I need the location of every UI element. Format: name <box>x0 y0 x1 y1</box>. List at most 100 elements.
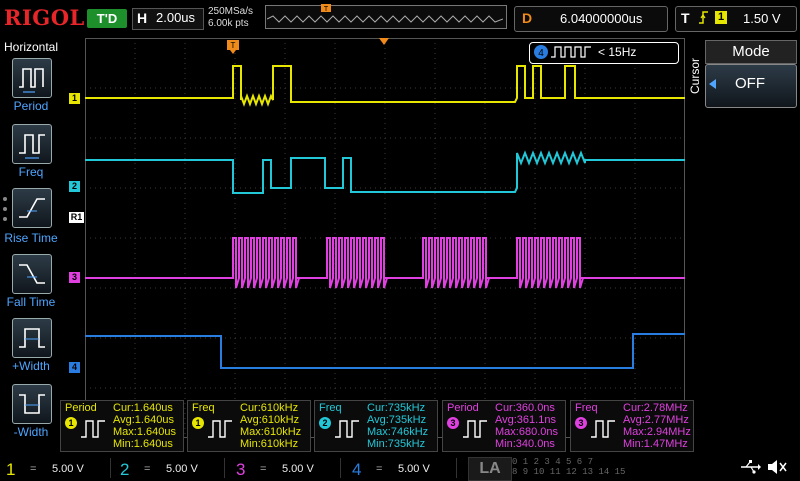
trigger-status-badge: T'D <box>87 9 127 28</box>
measurement-avg: Avg:1.640us <box>113 414 174 426</box>
measurement-cur: Cur:735kHz <box>367 402 426 414</box>
measurement-avg: Avg:610kHz <box>240 414 300 426</box>
timebase-value: 2.00us <box>156 10 196 25</box>
measurement-min: Min:1.640us <box>113 438 173 450</box>
measurement-source-badge: 2 <box>319 417 331 429</box>
measurement-max: Max:680.0ns <box>495 426 558 438</box>
menu-title: Horizontal <box>4 40 59 54</box>
trigger-label: T <box>681 10 690 26</box>
measurement-item[interactable]: Period 1 Cur:1.640us Avg:1.640us Max:1.640us… <box>60 400 184 452</box>
period-label: Period <box>13 99 49 113</box>
ch2-offset-marker[interactable]: 2 <box>69 181 80 192</box>
counter-square-wave-icon: 4 <box>534 45 591 59</box>
cursor-side-label: Cursor <box>688 58 702 95</box>
triangle-left-icon <box>709 79 716 89</box>
measurement-max: Max:1.640us <box>113 426 176 438</box>
period-button[interactable] <box>12 58 52 98</box>
center-marker-icon <box>379 38 389 45</box>
freq-button[interactable] <box>12 124 52 164</box>
measurement-cur: Cur:1.640us <box>113 402 173 414</box>
freq-icon <box>19 134 45 159</box>
measurement-avg: Avg:361.1ns <box>495 414 556 426</box>
ch3-offset-marker[interactable]: 3 <box>69 272 80 283</box>
measurement-name: Freq <box>192 402 215 414</box>
pos-width-icon <box>19 328 45 348</box>
fall-time-icon <box>19 264 45 284</box>
menu-page-dots-icon <box>3 197 7 221</box>
svg-text:T: T <box>324 6 329 13</box>
measurement-avg: Avg:2.77MHz <box>623 414 689 426</box>
fall-time-button[interactable] <box>12 254 52 294</box>
measurement-name: Freq <box>319 402 342 414</box>
delay-label: D <box>522 10 533 26</box>
measurement-cur: Cur:360.0ns <box>495 402 555 414</box>
measurement-item[interactable]: Freq 3 Cur:2.78MHz Avg:2.77MHz Max:2.94MHz Mi… <box>570 400 694 452</box>
dc-coupling-icon: = <box>260 463 267 475</box>
measurement-item[interactable]: Period 3 Cur:360.0ns Avg:361.1ns Max:680.0ns… <box>442 400 566 452</box>
measurement-wave-icon <box>81 420 105 438</box>
svg-text:4: 4 <box>538 48 544 59</box>
measurement-source-badge: 1 <box>192 417 204 429</box>
dc-coupling-icon: = <box>144 463 151 475</box>
measurement-wave-icon <box>591 420 615 438</box>
neg-width-label: -Width <box>13 425 49 439</box>
measurement-avg: Avg:735kHz <box>367 414 427 426</box>
rise-time-button[interactable] <box>12 188 52 228</box>
la-channel-map: 0 1 2 3 4 5 6 7 8 9 10 11 12 13 14 15 <box>512 457 625 477</box>
usb-icon <box>741 460 761 474</box>
measurement-max: Max:746kHz <box>367 426 429 438</box>
mute-icon[interactable] <box>766 458 788 476</box>
trigger-level: 1.50 V <box>743 11 781 26</box>
ref-r1-marker[interactable]: R1 <box>69 212 84 223</box>
fall-time-label: Fall Time <box>6 295 56 309</box>
la-row-2: 8 9 10 11 12 13 14 15 <box>512 467 626 477</box>
counter-value: < 15Hz <box>598 45 637 59</box>
delay-value: 6.04000000us <box>560 11 643 26</box>
neg-width-button[interactable] <box>12 384 52 424</box>
channel-separator <box>340 458 341 478</box>
sample-rate: 250MSa/s <box>208 6 254 17</box>
horizontal-measure-menu: Horizontal Period Freq Rise Time Fall Ti… <box>0 36 62 456</box>
dc-coupling-icon: = <box>30 463 37 475</box>
rise-time-icon <box>19 198 45 218</box>
measurement-max: Max:2.94MHz <box>623 426 691 438</box>
trigger-position-marker-icon[interactable]: T <box>227 40 239 54</box>
channel-separator <box>456 458 457 478</box>
waveform-display[interactable] <box>85 38 685 438</box>
channel-3-scale: 5.00 V <box>282 463 314 475</box>
channel-1-button[interactable]: 1 <box>6 460 15 480</box>
trigger-source-badge: 1 <box>715 11 727 24</box>
channel-4-button[interactable]: 4 <box>352 460 361 480</box>
ch1-offset-marker[interactable]: 1 <box>69 93 80 104</box>
freq-label: Freq <box>18 165 44 179</box>
measurement-name: Period <box>447 402 479 414</box>
channel-1-scale: 5.00 V <box>52 463 84 475</box>
measurement-wave-icon <box>208 420 232 438</box>
measurement-min: Min:610kHz <box>240 438 299 450</box>
channel-2-button[interactable]: 2 <box>120 460 129 480</box>
neg-width-icon <box>19 394 45 414</box>
svg-text:T: T <box>231 41 236 50</box>
measurement-cur: Cur:2.78MHz <box>623 402 688 414</box>
la-button[interactable]: LA <box>468 457 512 481</box>
measurement-min: Min:1.47MHz <box>623 438 688 450</box>
measurement-source-badge: 1 <box>65 417 77 429</box>
measurement-name: Period <box>65 402 97 414</box>
rise-time-label: Rise Time <box>4 231 58 245</box>
horizontal-label: H <box>137 10 148 26</box>
measurement-min: Min:735kHz <box>367 438 426 450</box>
rigol-logo: RIGOL <box>4 5 85 30</box>
measurement-wave-icon <box>463 420 487 438</box>
measurement-item[interactable]: Freq 2 Cur:735kHz Avg:735kHz Max:746kHz Min:7… <box>314 400 438 452</box>
measurement-cur: Cur:610kHz <box>240 402 299 414</box>
memory-depth: 6.00k pts <box>208 18 249 29</box>
channel-2-scale: 5.00 V <box>166 463 198 475</box>
channel-3-button[interactable]: 3 <box>236 460 245 480</box>
channel-separator <box>224 458 225 478</box>
measurement-source-badge: 3 <box>575 417 587 429</box>
measurement-name: Freq <box>575 402 598 414</box>
memory-wave-icon <box>267 15 503 23</box>
ch4-offset-marker[interactable]: 4 <box>69 362 80 373</box>
pos-width-button[interactable] <box>12 318 52 358</box>
measurement-item[interactable]: Freq 1 Cur:610kHz Avg:610kHz Max:610kHz Min:6… <box>187 400 311 452</box>
